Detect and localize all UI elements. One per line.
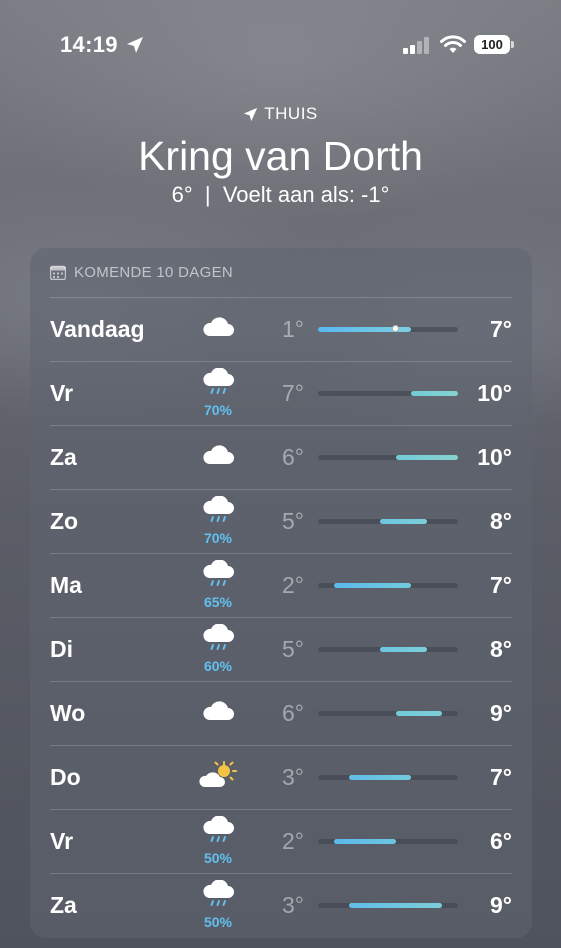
low-temp: 5° bbox=[282, 636, 304, 662]
forecast-header: KOMENDE 10 DAGEN bbox=[50, 262, 233, 282]
forecast-day: Za bbox=[50, 892, 77, 918]
cloud-rain-icon: 50% bbox=[198, 879, 238, 930]
low-temp: 2° bbox=[282, 828, 304, 854]
forecast-row[interactable]: Ma 65% 2° 7° bbox=[50, 553, 512, 618]
forecast-row[interactable]: Do 3° 7° bbox=[50, 745, 512, 810]
forecast-day: Do bbox=[50, 764, 81, 790]
location-header: THUIS Kring van Dorth 6° | Voelt aan als… bbox=[0, 100, 561, 208]
forecast-row[interactable]: Di 60% 5° 8° bbox=[50, 617, 512, 682]
calendar-icon bbox=[50, 265, 66, 280]
temp-range-fill bbox=[395, 455, 458, 460]
temp-range-fill bbox=[380, 647, 427, 652]
temp-range-bar bbox=[318, 839, 458, 844]
cloud-icon bbox=[198, 442, 238, 486]
precipitation-chance: 50% bbox=[203, 914, 233, 930]
high-temp: 7° bbox=[490, 764, 512, 790]
temp-range-bar bbox=[318, 519, 458, 524]
forecast-row[interactable]: Za 50% 3° 9° bbox=[50, 873, 512, 938]
forecast-day: Wo bbox=[50, 700, 86, 726]
low-temp: 6° bbox=[282, 700, 304, 726]
forecast-day: Vr bbox=[50, 828, 74, 854]
temp-range-bar bbox=[318, 455, 458, 460]
temp-range-fill bbox=[333, 839, 396, 844]
cloud-icon bbox=[198, 314, 238, 358]
wifi-icon bbox=[440, 35, 466, 53]
location-arrow-icon bbox=[244, 107, 258, 121]
temp-range-bar bbox=[318, 903, 458, 908]
forecast-row[interactable]: Za 6° 10° bbox=[50, 425, 512, 490]
cloud-rain-icon: 70% bbox=[198, 367, 238, 418]
current-conditions: 6° | Voelt aan als: -1° bbox=[0, 182, 561, 208]
feels-like: Voelt aan als: -1° bbox=[222, 182, 390, 207]
precipitation-chance: 65% bbox=[203, 594, 233, 610]
low-temp: 3° bbox=[282, 892, 304, 918]
temp-range-bar bbox=[318, 647, 458, 652]
forecast-day: Vandaag bbox=[50, 316, 145, 342]
temp-range-bar bbox=[318, 775, 458, 780]
home-location-label: THUIS bbox=[0, 102, 561, 126]
temp-range-bar bbox=[318, 325, 458, 332]
precipitation-chance: 70% bbox=[203, 402, 233, 418]
current-temp: 6° bbox=[171, 182, 193, 207]
city-name: Kring van Dorth bbox=[138, 133, 423, 179]
temp-range-fill bbox=[411, 391, 458, 396]
home-label-text: THUIS bbox=[264, 104, 318, 123]
temp-range-fill bbox=[380, 519, 427, 524]
temp-range-fill bbox=[395, 711, 443, 716]
forecast-day: Ma bbox=[50, 572, 82, 598]
precipitation-chance: 70% bbox=[203, 530, 233, 546]
battery-tip bbox=[511, 41, 514, 48]
temp-range-bar bbox=[318, 391, 458, 396]
low-temp: 6° bbox=[282, 444, 304, 470]
forecast-title: KOMENDE 10 DAGEN bbox=[74, 263, 234, 281]
forecast-day: Vr bbox=[50, 380, 74, 406]
cloud-rain-icon: 60% bbox=[198, 623, 238, 674]
forecast-day: Za bbox=[50, 444, 77, 470]
cloud-icon bbox=[198, 698, 238, 742]
cellular-signal-icon bbox=[403, 37, 429, 54]
low-temp: 1° bbox=[282, 316, 304, 342]
low-temp: 5° bbox=[282, 508, 304, 534]
high-temp: 6° bbox=[490, 828, 512, 854]
high-temp: 9° bbox=[490, 892, 512, 918]
ten-day-forecast-card[interactable]: KOMENDE 10 DAGEN Vandaag 1° 7° Vr 70% 7° 10° Za… bbox=[30, 248, 532, 938]
location-arrow-icon bbox=[127, 37, 143, 53]
cloud-rain-icon: 70% bbox=[198, 495, 238, 546]
high-temp: 10° bbox=[477, 444, 512, 470]
high-temp: 8° bbox=[490, 636, 512, 662]
temp-range-bar bbox=[318, 583, 458, 588]
forecast-row[interactable]: Vr 50% 2° 6° bbox=[50, 809, 512, 874]
high-temp: 7° bbox=[490, 572, 512, 598]
temp-range-fill bbox=[333, 583, 412, 588]
precipitation-chance: 50% bbox=[203, 850, 233, 866]
forecast-row[interactable]: Vandaag 1° 7° bbox=[50, 297, 512, 362]
partly-sunny-icon bbox=[198, 760, 238, 804]
low-temp: 3° bbox=[282, 764, 304, 790]
high-temp: 9° bbox=[490, 700, 512, 726]
forecast-row[interactable]: Zo 70% 5° 8° bbox=[50, 489, 512, 554]
high-temp: 10° bbox=[477, 380, 512, 406]
forecast-row[interactable]: Wo 6° 9° bbox=[50, 681, 512, 746]
forecast-row[interactable]: Vr 70% 7° 10° bbox=[50, 361, 512, 426]
temp-range-fill bbox=[349, 903, 443, 908]
high-temp: 8° bbox=[490, 508, 512, 534]
low-temp: 2° bbox=[282, 572, 304, 598]
high-temp: 7° bbox=[490, 316, 512, 342]
forecast-day: Zo bbox=[50, 508, 79, 534]
temp-range-bar bbox=[318, 711, 458, 716]
cloud-rain-icon: 50% bbox=[198, 815, 238, 866]
forecast-day: Di bbox=[50, 636, 73, 662]
status-time: 14:19 bbox=[60, 32, 118, 57]
status-bar: 14:19 100 bbox=[0, 0, 561, 90]
precipitation-chance: 60% bbox=[203, 658, 233, 674]
cloud-rain-icon: 65% bbox=[198, 559, 238, 610]
battery-icon: 100 bbox=[474, 35, 510, 54]
separator: | bbox=[204, 182, 211, 207]
temp-range-fill bbox=[349, 775, 412, 780]
low-temp: 7° bbox=[282, 380, 304, 406]
